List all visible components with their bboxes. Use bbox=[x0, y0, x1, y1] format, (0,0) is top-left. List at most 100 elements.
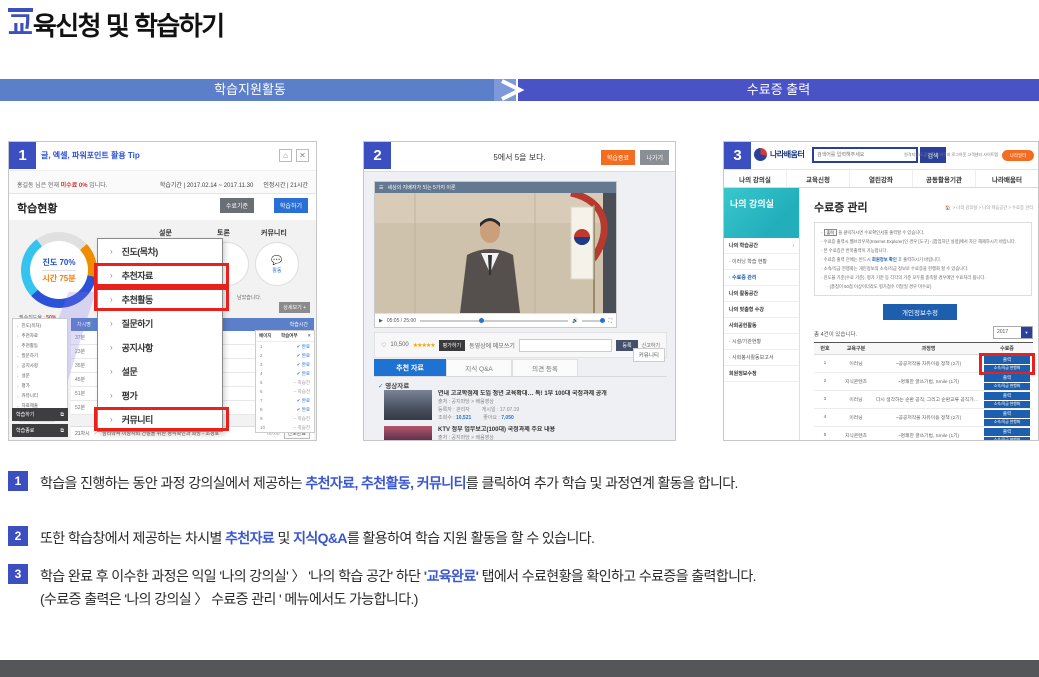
volume-slider[interactable] bbox=[582, 320, 604, 322]
edu-icon: 교 bbox=[8, 8, 33, 40]
community-circle[interactable]: 💬 활동 bbox=[255, 242, 299, 286]
video-frame[interactable] bbox=[375, 193, 616, 313]
close-icon[interactable]: ✕ bbox=[296, 149, 309, 162]
course-title-link[interactable]: 글, 엑셀, 파워포인트 활용 Tip bbox=[41, 150, 140, 161]
page-status-popup: 페이지 학습여부 ✕ 1✔ 완료 2✔ 완료 3✔ 완료 4✔ 완료 5– 학습… bbox=[255, 330, 315, 433]
instruction-3: 3 학습 완료 후 이수한 과정은 익일 '나의 강의실' 〉 '나의 학습 공… bbox=[8, 564, 756, 586]
print-certificate-button[interactable]: 출력 bbox=[984, 392, 1030, 400]
mini-menu-item[interactable]: ›질문하기 bbox=[13, 351, 67, 361]
video-thumbnail bbox=[384, 426, 432, 441]
update-position-button[interactable]: 소속/직급 현행화 bbox=[984, 437, 1030, 442]
site-logo[interactable]: 나라배움터 bbox=[754, 148, 804, 161]
step-arrow-icon bbox=[494, 77, 540, 103]
utility-links[interactable]: 원격지원/도움말 학습바우처 로그아웃 고객센터 사이트맵 bbox=[904, 152, 998, 158]
fullscreen-icon[interactable]: ⛶ bbox=[608, 318, 612, 324]
menu-item-survey[interactable]: ›설문 bbox=[98, 359, 222, 383]
print-certificate-button[interactable]: 출력 bbox=[984, 428, 1030, 436]
star-rating[interactable]: ★★★★★ bbox=[413, 342, 435, 349]
status-row: 1✔ 완료 bbox=[256, 342, 314, 351]
tab-recommended-materials[interactable]: 추천 자료 bbox=[374, 359, 446, 376]
volume-icon[interactable]: 🔊 bbox=[572, 318, 578, 324]
player-window-header: 5에서 5을 보다. 학습종료 나가기 bbox=[364, 142, 675, 172]
update-position-button[interactable]: 소속/직급 현행화 bbox=[984, 383, 1030, 390]
sidebar-item-my-activity-space[interactable]: 나의 활동공간 bbox=[724, 286, 799, 302]
sidebar-item-custom-courses[interactable]: 나의 맞춤형 수강 bbox=[724, 302, 799, 318]
menu-item-recommended-materials[interactable]: ›추천자료 bbox=[98, 263, 222, 287]
sidebar-item-my-learning-space[interactable]: 나의 학습공간› bbox=[724, 238, 799, 254]
start-learning-button[interactable]: 학습하기 bbox=[274, 198, 308, 213]
print-certificate-button[interactable]: 출력 bbox=[984, 374, 1030, 382]
nav-nara-baeumteo[interactable]: 나라배움터 bbox=[976, 170, 1038, 187]
update-position-button[interactable]: 소속/직급 현행화 bbox=[984, 419, 1030, 426]
update-position-button[interactable]: 소속/직급 현행화 bbox=[984, 365, 1030, 372]
nav-open-lectures[interactable]: 열린강좌 bbox=[850, 170, 913, 187]
menu-item-ask-question[interactable]: ›질문하기 bbox=[98, 311, 222, 335]
memo-input[interactable] bbox=[519, 339, 613, 352]
year-select[interactable]: 2017 ▼ bbox=[993, 326, 1033, 339]
sidebar-item-certificate-management[interactable]: · 수료증 관리 bbox=[724, 270, 799, 286]
recommended-video-item[interactable]: 연내 고교학점제 도입 청년 교육확대… 톡! 1부 100대 국정과제 공개 … bbox=[384, 390, 667, 422]
video-item-title[interactable]: KTV 정부 업무보고(100대) 국정과제 주요 내용 bbox=[438, 426, 667, 434]
chevron-down-icon: ▼ bbox=[1021, 327, 1032, 338]
close-icon[interactable]: ✕ bbox=[307, 333, 311, 339]
edit-personal-info-button[interactable]: 개인정보수정 bbox=[883, 304, 957, 320]
completion-criteria-button[interactable]: 수료기준 bbox=[220, 198, 254, 213]
seek-bar[interactable] bbox=[420, 320, 568, 322]
tab-opinion[interactable]: 의견 등록 bbox=[512, 359, 578, 376]
mini-menu-item[interactable]: ›커뮤니티 bbox=[13, 391, 67, 401]
status-row: 9– 학습전 bbox=[256, 414, 314, 423]
mini-menu-item[interactable]: ›추천자료 bbox=[13, 331, 67, 341]
sidebar-item-volunteer-report[interactable]: · 사회봉사활동보고서 bbox=[724, 350, 799, 366]
detail-view-button[interactable]: 상세보기 + bbox=[279, 302, 310, 313]
like-icon[interactable]: ♡ bbox=[381, 342, 386, 349]
mini-menu-item[interactable]: ›설문 bbox=[13, 371, 67, 381]
tab-knowledge-qna[interactable]: 지식 Q&A bbox=[446, 359, 512, 376]
certificate-row: 5 지식콘텐츠 ~명쾌한 글쓰기법, Smile (1기) 출력 소속/직급 현… bbox=[814, 427, 1033, 441]
menu-item-notice[interactable]: ›공지사항 bbox=[98, 335, 222, 359]
screenshot-certificate-page: 3 나라배움터 검색 원격지원/도움말 학습바우처 로그아웃 고객센터 사이트맵… bbox=[723, 141, 1039, 441]
print-certificate-button[interactable]: 출력 bbox=[984, 410, 1030, 418]
playback-time: 05:05 / 25:00 bbox=[387, 318, 416, 324]
mini-menu-item[interactable]: ›추천활동 bbox=[13, 341, 67, 351]
recommended-video-item[interactable]: KTV 정부 업무보고(100대) 국정과제 주요 내용 출처 : 공지마당 >… bbox=[384, 426, 667, 441]
menu-item-community[interactable]: ›커뮤니티 bbox=[98, 407, 222, 431]
sidebar-item-elearning-status[interactable]: · 이러닝 학습 현황 bbox=[724, 254, 799, 270]
print-certificate-button[interactable]: 출력 bbox=[984, 356, 1030, 364]
mini-menu-item[interactable]: ›공지사항 bbox=[13, 361, 67, 371]
search-input[interactable] bbox=[812, 147, 918, 163]
certificate-row: 2 지식콘텐츠 ~명쾌한 글쓰기법, Smile (1기) 출력 소속/직급 현… bbox=[814, 373, 1033, 391]
page-title: 육신청 및 학습하기 bbox=[33, 13, 224, 40]
sidebar-item-social-contribution[interactable]: 사회공헌활동 bbox=[724, 318, 799, 334]
menu-item-recommended-activities[interactable]: ›추천활동 bbox=[98, 287, 222, 311]
update-position-button[interactable]: 소속/직급 현행화 bbox=[984, 401, 1030, 408]
video-item-text: 연내 고교학점제 도입 청년 교육확대… 톡! 1부 100대 국정과제 공개 … bbox=[438, 390, 667, 422]
chat-icon: 💬 bbox=[271, 255, 282, 266]
menu-item-evaluation[interactable]: ›평가 bbox=[98, 383, 222, 407]
home-icon[interactable]: 🏠 bbox=[945, 205, 950, 211]
sidebar-item-edit-member-info[interactable]: 회원정보수정 bbox=[724, 366, 799, 382]
step-learning-support: 학습지원활동 bbox=[0, 79, 500, 101]
menu-item-progress[interactable]: ›진도(목차) bbox=[98, 239, 222, 263]
list-icon[interactable]: ☰ bbox=[379, 185, 383, 191]
certificate-table: 번호 교육구분 과정명 수료증 1 이러닝 ~공공저작물 자유이용 정책 (2기… bbox=[814, 342, 1033, 441]
nav-my-classroom[interactable]: 나의 강의실 bbox=[724, 170, 787, 187]
play-icon[interactable]: ▶ bbox=[379, 318, 383, 324]
memo-bar: ♡ 10,500 ★★★★★ 평가하기 동영상에 메모쓰기 등록 신고하기 bbox=[374, 332, 667, 358]
video-materials-label: ✓ 영상자료 bbox=[378, 380, 409, 390]
nav-shared-orgs[interactable]: 공동활용기관 bbox=[913, 170, 976, 187]
home-icon[interactable]: ⌂ bbox=[279, 149, 292, 162]
sidebar-item-facility-status[interactable]: · 시설/기관현황 bbox=[724, 334, 799, 350]
video-views: 조회수 : 10,521 bbox=[438, 414, 471, 422]
learning-end-button[interactable]: 학습종료⧉ bbox=[12, 424, 68, 437]
exit-button[interactable]: 나가기 bbox=[640, 150, 669, 165]
learning-window-button[interactable]: 학습하기⧉ bbox=[12, 408, 68, 421]
rate-button[interactable]: 평가하기 bbox=[439, 340, 465, 351]
mini-menu-item[interactable]: ›진도(목차) bbox=[13, 321, 67, 331]
nav-apply-education[interactable]: 교육신청 bbox=[787, 170, 850, 187]
certificate-notice-box: 출력 을 클릭하시면 수료확인서를 출력할 수 있습니다. 수료증 출력시 웹브… bbox=[814, 222, 1032, 296]
end-learning-button[interactable]: 학습종료 bbox=[601, 150, 635, 165]
status-row: 2✔ 완료 bbox=[256, 351, 314, 360]
video-item-title[interactable]: 연내 고교학점제 도입 청년 교육확대… 톡! 1부 100대 국정과제 공개 bbox=[438, 390, 667, 398]
mini-menu-item[interactable]: ›평가 bbox=[13, 381, 67, 391]
gov-link-pill[interactable]: 나라일터 bbox=[1002, 150, 1034, 161]
